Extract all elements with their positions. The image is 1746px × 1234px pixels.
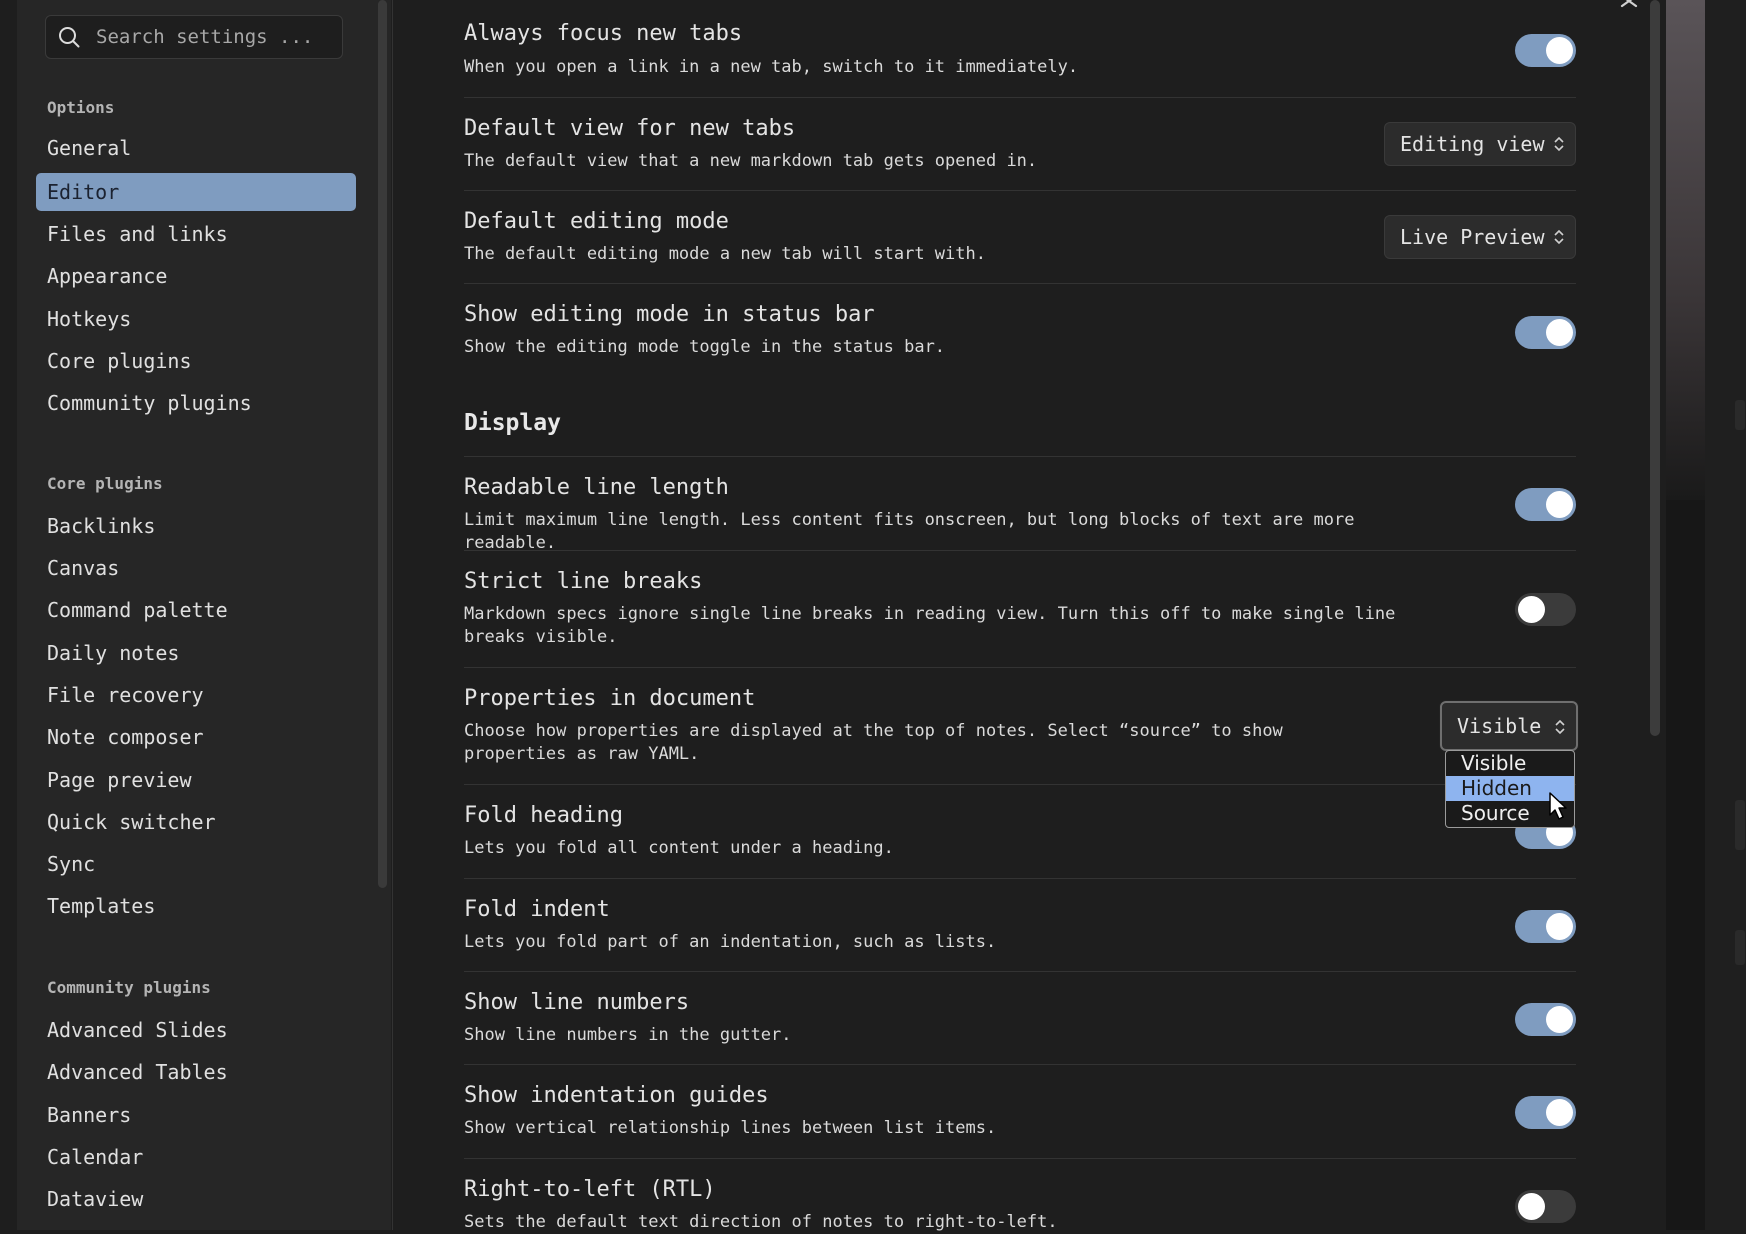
- sidebar-item-core-plugins[interactable]: Core plugins: [36, 342, 356, 380]
- sidebar-scrollbar[interactable]: [378, 0, 387, 888]
- setting-name: Show indentation guides: [464, 1083, 769, 1108]
- search-icon: [59, 27, 80, 48]
- setting-desc: Limit maximum line length. Less content …: [464, 510, 1355, 553]
- sidebar-item-file-recovery[interactable]: File recovery: [36, 676, 356, 714]
- toggle-strict-line-breaks[interactable]: [1515, 593, 1576, 626]
- sidebar-item-general[interactable]: General: [36, 129, 356, 167]
- sidebar-item-calendar[interactable]: Calendar: [36, 1138, 356, 1176]
- backdrop-glow: [1660, 0, 1710, 500]
- setting-default-view-new-tabs: Default view for new tabs The default vi…: [464, 97, 1576, 190]
- section-heading-display: Display: [464, 410, 561, 436]
- setting-name: Properties in document: [464, 686, 756, 711]
- dropdown-option-visible[interactable]: Visible: [1446, 751, 1574, 776]
- setting-name: Fold heading: [464, 803, 623, 828]
- setting-desc: Show vertical relationship lines between…: [464, 1118, 997, 1138]
- toggle-fold-indent[interactable]: [1515, 910, 1576, 943]
- setting-properties-in-document: Properties in document Choose how proper…: [464, 667, 1578, 784]
- dropdown-value: Editing view: [1400, 132, 1545, 156]
- sidebar-item-sync[interactable]: Sync: [36, 845, 356, 883]
- sidebar-item-canvas[interactable]: Canvas: [36, 549, 356, 587]
- settings-modal: Options General Editor Files and links A…: [0, 0, 1666, 1232]
- setting-name: Show line numbers: [464, 990, 690, 1015]
- setting-fold-heading: Fold heading Lets you fold all content u…: [464, 784, 1576, 878]
- sidebar-item-dataview[interactable]: Dataview: [36, 1180, 356, 1218]
- setting-desc: Markdown specs ignore single line breaks…: [464, 604, 1396, 647]
- chevron-up-down-icon: [1554, 136, 1564, 152]
- setting-desc: Sets the default text direction of notes…: [464, 1212, 1058, 1232]
- chevron-up-down-icon: [1554, 229, 1564, 245]
- sidebar-item-daily-notes[interactable]: Daily notes: [36, 634, 356, 672]
- search-box[interactable]: [45, 15, 343, 59]
- dropdown-properties-in-document[interactable]: Visible: [1440, 701, 1578, 751]
- sidebar-item-quick-switcher[interactable]: Quick switcher: [36, 803, 356, 841]
- setting-desc: Choose how properties are displayed at t…: [464, 721, 1283, 764]
- toggle-show-editing-mode[interactable]: [1515, 316, 1576, 349]
- setting-name: Fold indent: [464, 897, 610, 922]
- dropdown-default-editing-mode[interactable]: Live Preview: [1384, 215, 1576, 259]
- close-icon[interactable]: [1616, 0, 1642, 14]
- dropdown-default-view[interactable]: Editing view: [1384, 122, 1576, 166]
- setting-name: Strict line breaks: [464, 569, 703, 594]
- sidebar-section-core-plugins: Core plugins: [47, 474, 163, 493]
- sidebar-item-files-and-links[interactable]: Files and links: [36, 215, 356, 253]
- setting-name: Default view for new tabs: [464, 116, 796, 141]
- sidebar-item-advanced-tables[interactable]: Advanced Tables: [36, 1053, 356, 1091]
- sidebar-item-community-plugins[interactable]: Community plugins: [36, 384, 356, 422]
- toggle-right-to-left[interactable]: [1515, 1190, 1576, 1223]
- setting-strict-line-breaks: Strict line breaks Markdown specs ignore…: [464, 550, 1576, 667]
- sidebar-item-backlinks[interactable]: Backlinks: [36, 507, 356, 545]
- setting-name: Default editing mode: [464, 209, 729, 234]
- setting-desc: The default view that a new markdown tab…: [464, 151, 1038, 171]
- search-input[interactable]: [96, 24, 331, 50]
- dropdown-value: Live Preview: [1400, 225, 1545, 249]
- setting-show-editing-mode-status-bar: Show editing mode in status bar Show the…: [464, 283, 1576, 393]
- setting-name: Show editing mode in status bar: [464, 302, 875, 327]
- setting-desc: Show the editing mode toggle in the stat…: [464, 337, 946, 357]
- setting-show-line-numbers: Show line numbers Show line numbers in t…: [464, 971, 1576, 1064]
- setting-always-focus-new-tabs: Always focus new tabs When you open a li…: [464, 0, 1576, 97]
- setting-name: Right-to-left (RTL): [464, 1177, 716, 1202]
- toggle-always-focus-new-tabs[interactable]: [1515, 34, 1576, 67]
- setting-desc: Show line numbers in the gutter.: [464, 1025, 792, 1045]
- sidebar-divider: [392, 0, 393, 1230]
- setting-desc: Lets you fold part of an indentation, su…: [464, 932, 997, 952]
- dropdown-value: Visible: [1457, 714, 1542, 738]
- sidebar-item-command-palette[interactable]: Command palette: [36, 591, 356, 629]
- sidebar-item-banners[interactable]: Banners: [36, 1096, 356, 1134]
- sidebar-item-editor[interactable]: Editor: [36, 173, 356, 211]
- setting-name: Readable line length: [464, 475, 729, 500]
- setting-show-indentation-guides: Show indentation guides Show vertical re…: [464, 1064, 1576, 1158]
- sidebar-item-appearance[interactable]: Appearance: [36, 257, 356, 295]
- sidebar-item-advanced-slides[interactable]: Advanced Slides: [36, 1011, 356, 1049]
- setting-default-editing-mode: Default editing mode The default editing…: [464, 190, 1576, 283]
- toggle-readable-line-length[interactable]: [1515, 488, 1576, 521]
- setting-right-to-left: Right-to-left (RTL) Sets the default tex…: [464, 1158, 1576, 1232]
- toggle-show-indentation-guides[interactable]: [1515, 1096, 1576, 1129]
- sidebar-item-note-composer[interactable]: Note composer: [36, 718, 356, 756]
- backdrop-right-strip: [1705, 0, 1746, 1230]
- sidebar-item-templates[interactable]: Templates: [36, 887, 356, 925]
- setting-fold-indent: Fold indent Lets you fold part of an ind…: [464, 878, 1576, 971]
- setting-desc: Lets you fold all content under a headin…: [464, 838, 894, 858]
- content-scrollbar[interactable]: [1650, 0, 1660, 736]
- chevron-up-down-icon: [1555, 719, 1565, 735]
- mouse-cursor-icon: [1549, 792, 1567, 820]
- setting-readable-line-length: Readable line length Limit maximum line …: [464, 456, 1576, 553]
- setting-name: Always focus new tabs: [464, 21, 743, 46]
- sidebar-item-page-preview[interactable]: Page preview: [36, 761, 356, 799]
- toggle-show-line-numbers[interactable]: [1515, 1003, 1576, 1036]
- setting-desc: The default editing mode a new tab will …: [464, 244, 986, 264]
- sidebar-section-options: Options: [47, 98, 115, 117]
- sidebar-section-community-plugins: Community plugins: [47, 978, 211, 997]
- sidebar-item-hotkeys[interactable]: Hotkeys: [36, 300, 356, 338]
- setting-desc: When you open a link in a new tab, switc…: [464, 57, 1079, 77]
